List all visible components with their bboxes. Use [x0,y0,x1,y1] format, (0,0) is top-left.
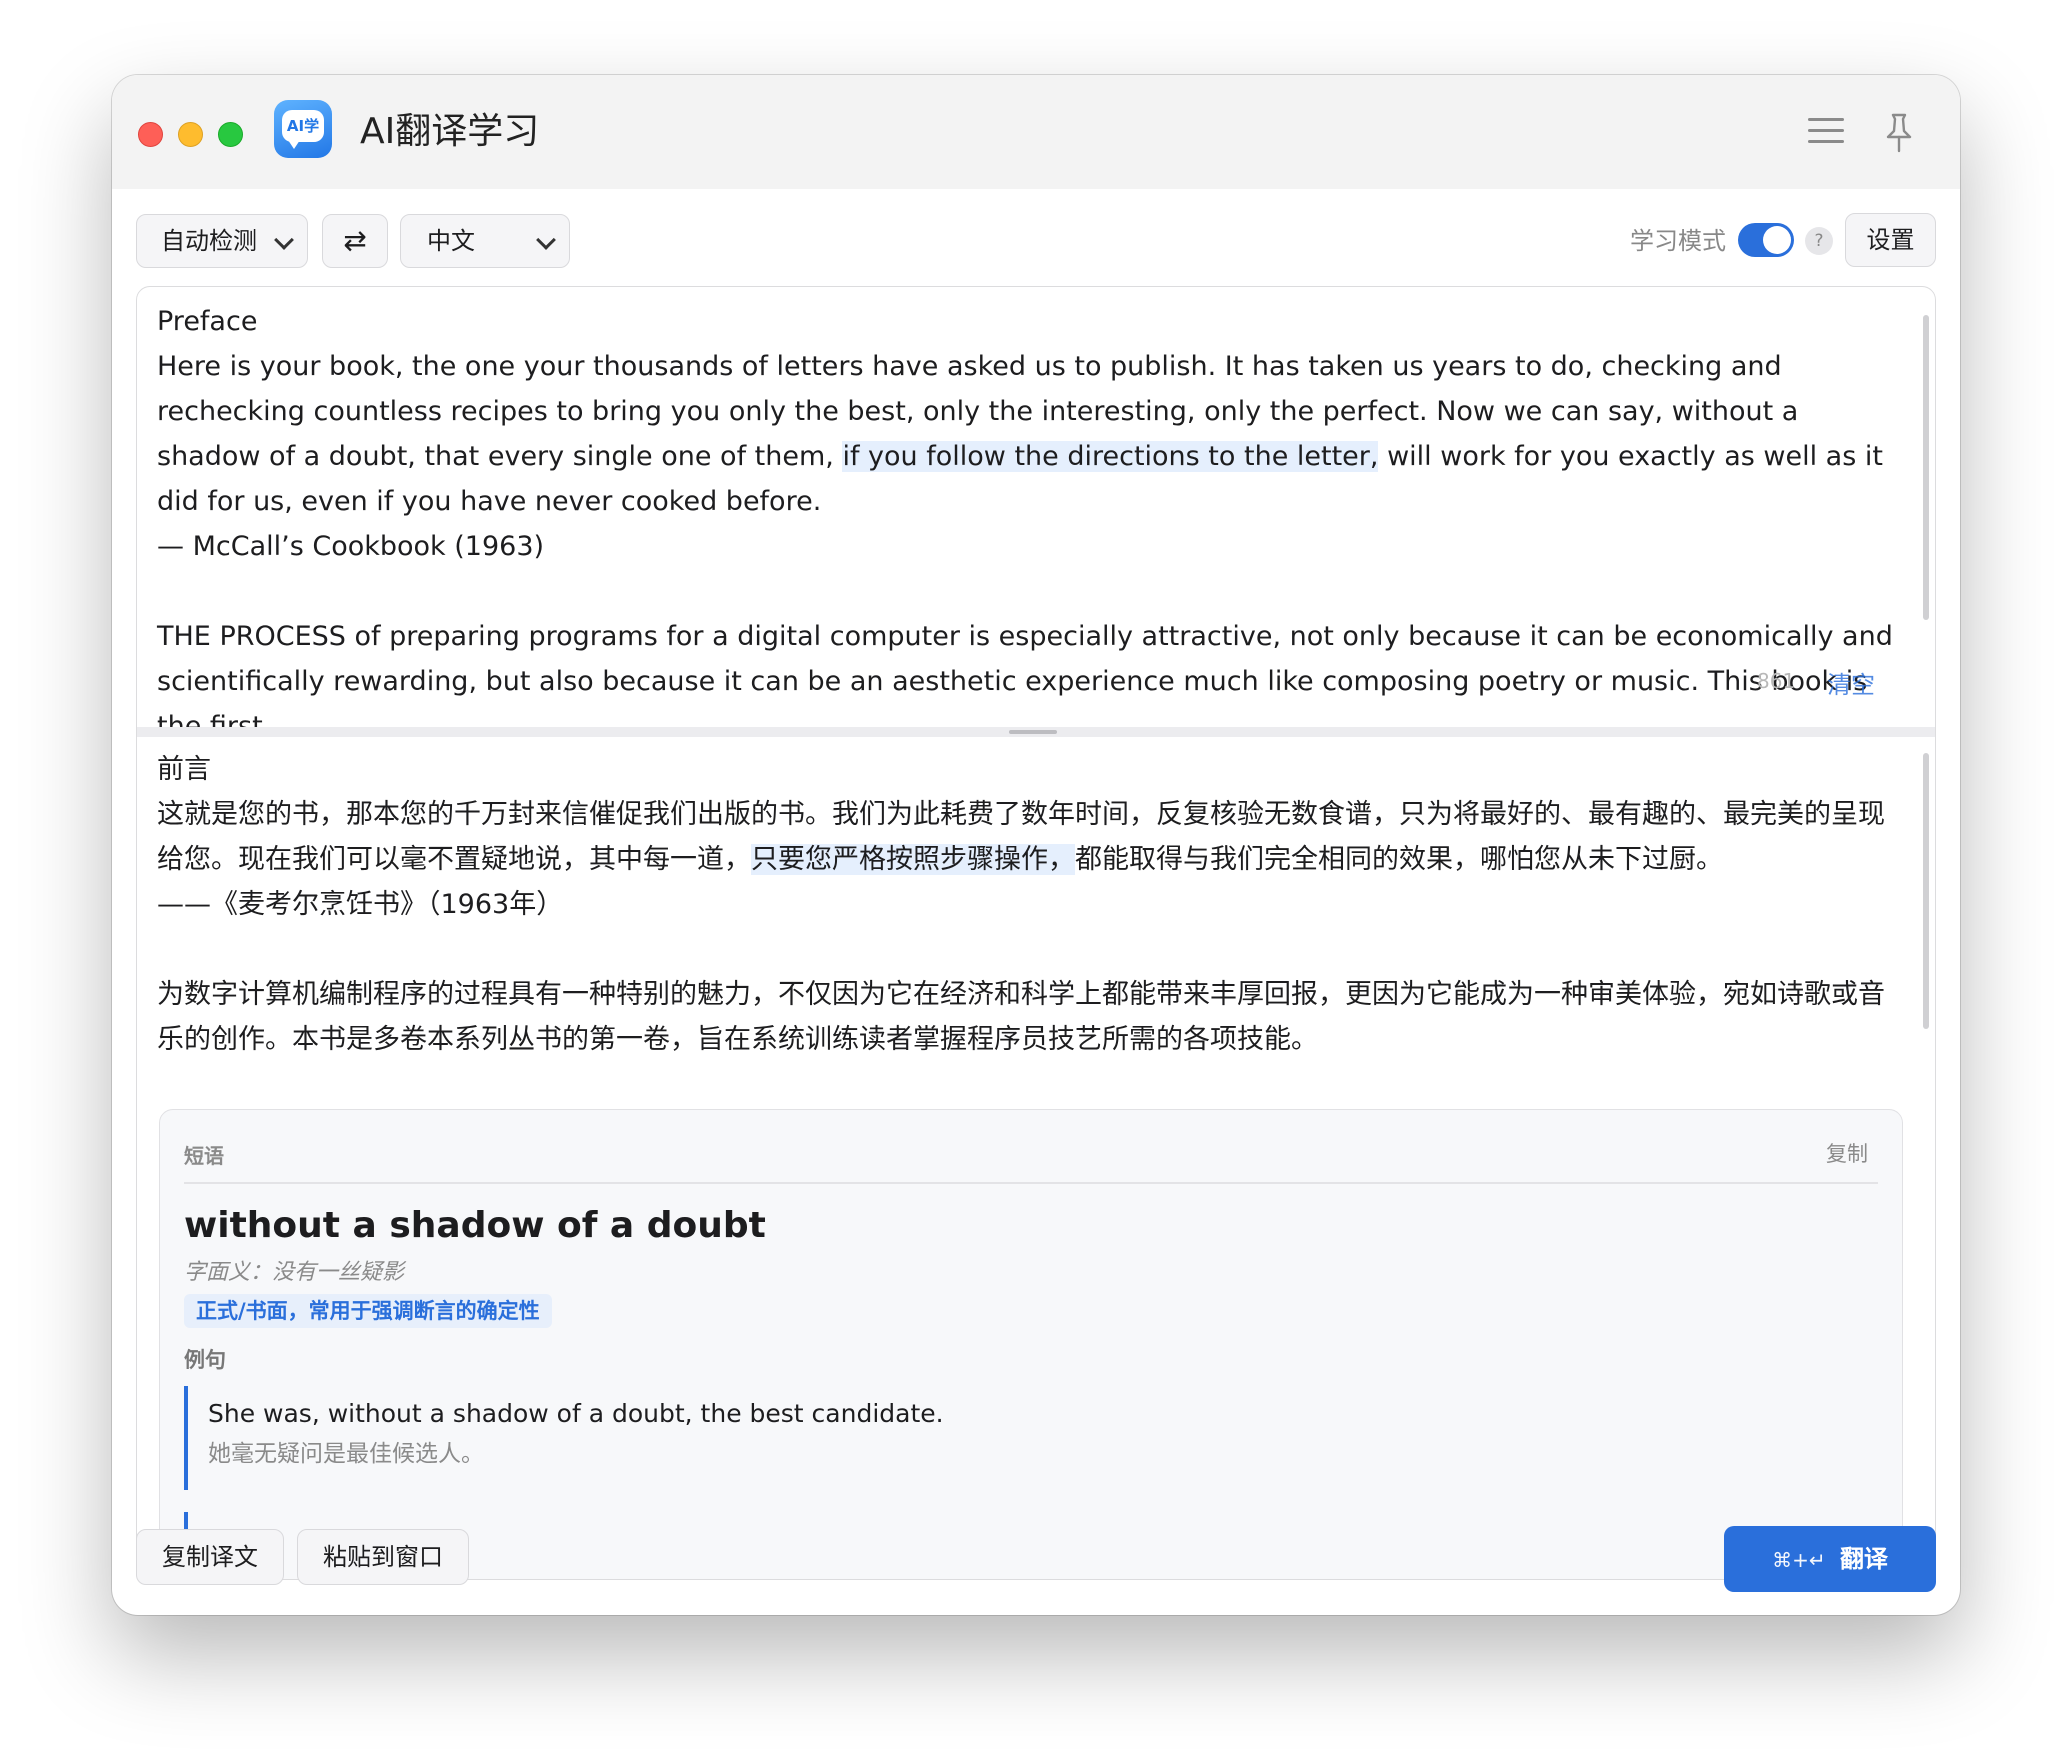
pin-icon[interactable] [1882,111,1916,155]
zoom-window-button[interactable] [218,122,243,147]
source-scrollbar[interactable] [1923,315,1929,620]
phrase-term: without a shadow of a doubt [184,1205,766,1246]
app-title: AI翻译学习 [360,111,540,152]
examples-label: 例句 [184,1348,226,1372]
phrase-type-label: 短语 [184,1144,224,1168]
clear-button[interactable]: 清空 [1827,665,1875,700]
source-language-select[interactable]: 自动检测 [136,214,308,268]
translation-output-area: 前言 这就是您的书，那本您的千万封来信催促我们出版的书。我们为此耗费了数年时间，… [137,737,1935,1579]
shortcut-hint: ⌘+↵ [1772,1548,1826,1572]
phrase-copy-button[interactable]: 复制 [1826,1138,1868,1168]
source-line: THE PROCESS of preparing programs for a … [157,621,1893,727]
translation-text: 前言 这就是您的书，那本您的千万封来信催促我们出版的书。我们为此耗费了数年时间，… [157,747,1897,1062]
chevron-down-icon [536,230,556,250]
example-english: She was, without a shadow of a doubt, th… [208,1399,944,1428]
source-text-area[interactable]: Preface Here is your book, the one your … [137,287,1935,727]
learning-mode-label: 学习模式 [1630,227,1726,255]
app-logo-icon: AI学 [274,100,332,158]
card-divider [184,1182,1878,1184]
resize-divider[interactable] [137,727,1935,737]
copy-translation-button[interactable]: 复制译文 [136,1529,284,1585]
target-language-value: 中文 [427,227,475,255]
translation-line: 前言 [157,754,211,785]
app-window: AI学 AI翻译学习 自动检测 ⇄ 中文 学习模式 ? 设置 Preface H… [112,75,1960,1615]
char-count: 861 [1757,669,1796,693]
settings-button[interactable]: 设置 [1845,213,1936,267]
source-line: Preface [157,306,258,337]
translate-button[interactable]: ⌘+↵ 翻译 [1724,1526,1936,1592]
phrase-card: 短语 复制 without a shadow of a doubt 字面义：没有… [159,1109,1903,1579]
translation-highlight[interactable]: 只要您严格按照步骤操作， [751,844,1075,875]
menu-icon[interactable] [1808,118,1844,148]
translate-label: 翻译 [1839,1545,1888,1573]
minimize-window-button[interactable] [178,122,203,147]
phrase-register-tag: 正式/书面，常用于强调断言的确定性 [184,1294,552,1328]
title-bar: AI学 AI翻译学习 [112,75,1960,189]
example-sentence: She was, without a shadow of a doubt, th… [184,1386,1784,1490]
source-highlight[interactable]: if you follow the directions to the lett… [842,441,1379,472]
translation-line: ——《麦考尔烹饪书》（1963年） [157,889,564,920]
paste-to-window-button[interactable]: 粘贴到窗口 [297,1529,469,1585]
example-chinese: 她毫无疑问是最佳候选人。 [208,1441,484,1467]
learning-mode-toggle[interactable] [1738,223,1794,257]
close-window-button[interactable] [138,122,163,147]
resize-grip[interactable] [1009,730,1057,734]
chevron-down-icon [274,230,294,250]
translation-paragraph: 这就是您的书，那本您的千万封来信催促我们出版的书。我们为此耗费了数年时间，反复核… [157,799,1885,875]
translation-scrollbar[interactable] [1923,753,1929,1029]
app-logo-text: AI学 [282,110,324,142]
source-line: — McCall’s Cookbook (1963) [157,531,545,562]
phrase-literal-meaning: 字面义：没有一丝疑影 [184,1260,405,1285]
help-icon[interactable]: ? [1805,227,1833,255]
source-language-value: 自动检测 [161,227,257,255]
swap-languages-button[interactable]: ⇄ [322,214,388,268]
source-paragraph: Here is your book, the one your thousand… [157,351,1883,517]
translation-panel: Preface Here is your book, the one your … [136,286,1936,1580]
translation-line: 为数字计算机编制程序的过程具有一种特别的魅力，不仅因为它在经济和科学上都能带来丰… [157,979,1885,1055]
target-language-select[interactable]: 中文 [400,214,570,268]
source-text[interactable]: Preface Here is your book, the one your … [157,299,1897,727]
